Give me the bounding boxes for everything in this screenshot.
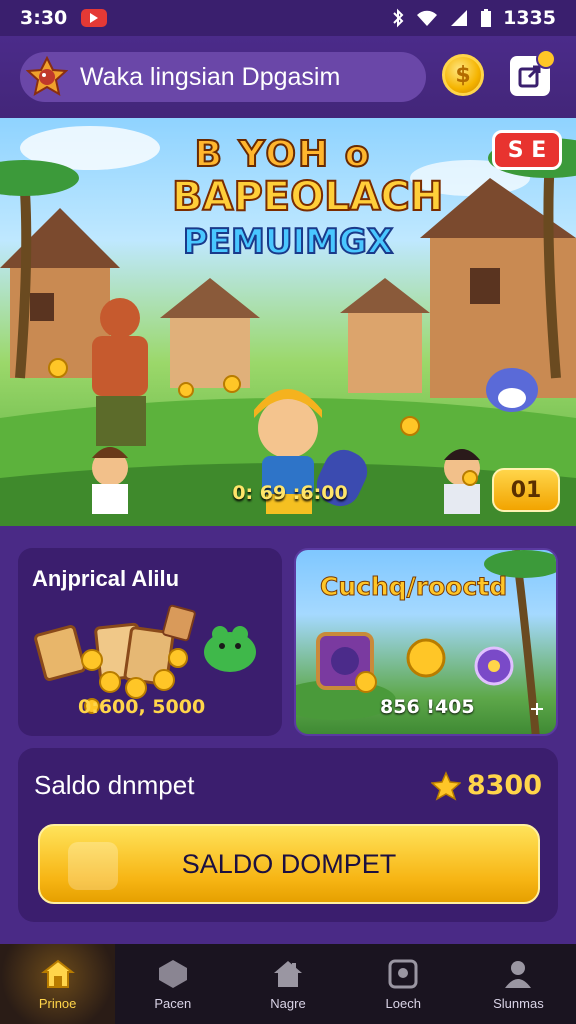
square-face-icon [388,959,418,988]
status-time: 3:30 [20,7,68,29]
wallet-amount: 8300 [430,770,542,801]
app-logo-icon [24,54,70,100]
collection-card[interactable]: Cuchq/rooctd 856 !405 [294,548,558,736]
title-bar-pill[interactable]: Waka lingsian Dpgasim [20,52,426,102]
hero-corner-badge[interactable]: S E [492,130,562,170]
home-icon [40,959,75,988]
hero-countdown-timer: 0: 69 :6:00 [232,482,348,504]
status-bar: 3:30 1335 [0,0,576,36]
nav-label-loech: Loech [385,995,421,1011]
nav-item-nagre[interactable]: Nagre [230,944,345,1024]
hero-title-line-1: B YOH o [194,133,372,176]
app-header: Waka lingsian Dpgasim $ [0,36,576,118]
nav-label-slunmas: Slunmas [493,995,544,1011]
wallet-button-label: SALDO DOMPET [181,848,397,879]
signal-icon [451,10,468,26]
wallet-label: Saldo dnmpet [34,770,195,800]
bluetooth-icon [393,8,404,28]
expand-icon[interactable] [528,700,546,718]
nav-item-slunmas[interactable]: Slunmas [461,944,576,1024]
hero-title-line-2: BAPEOLACH [171,173,444,221]
house-icon [274,960,302,987]
nav-label-pacen: Pacen [154,995,192,1011]
wallet-amount-value: 8300 [466,770,542,801]
nav-label-nagre: Nagre [270,995,306,1011]
collection-card-title: Cuchq/rooctd [319,572,508,602]
button-shine [68,842,118,890]
rewards-card[interactable]: Anjprical Alilu 0:600, 5000 [18,548,282,736]
status-battery-text: 1335 [503,7,556,29]
nav-label-home: Prinoe [38,995,77,1011]
wallet-balance-button[interactable]: SALDO DOMPET [38,824,540,904]
nav-item-pacen[interactable]: Pacen [115,944,230,1024]
nav-item-loech[interactable]: Loech [346,944,461,1024]
notification-dot [536,49,556,69]
hero-title-line-3: PEMUIMGX [182,221,394,263]
battery-icon [481,9,492,27]
bottom-navigation: Prinoe Pacen Nagre Loech Slunmas [0,944,576,1024]
nav-item-home[interactable]: Prinoe [0,944,116,1024]
collection-card-value: 856 !405 [380,696,475,718]
hexagon-icon [158,959,187,988]
star-icon [430,770,461,801]
hero-banner[interactable]: B YOH o BAPEOLACH PEMUIMGX S E 0: 69 :6:… [0,118,576,526]
wallet-panel: Saldo dnmpet 8300 SALDO DOMPET [18,748,558,922]
status-icons: 1335 [391,7,556,29]
person-icon [505,960,532,988]
app-title: Waka lingsian Dpgasim [80,62,341,91]
coin-button[interactable]: $ [442,54,484,96]
share-button[interactable] [510,49,556,96]
rewards-card-value: 0:600, 5000 [78,696,206,718]
youtube-notification-icon [81,9,108,27]
wifi-icon [417,10,438,26]
coin-icon: $ [455,62,471,88]
hero-counter-badge[interactable]: 01 [492,468,560,512]
